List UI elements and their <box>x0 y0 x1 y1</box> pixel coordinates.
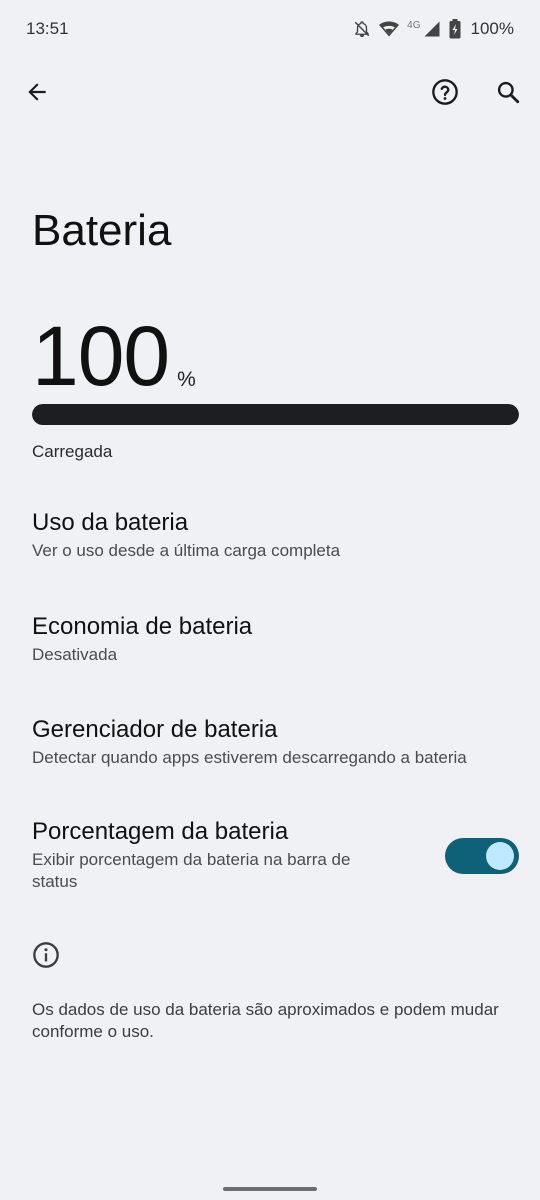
search-icon <box>495 79 521 110</box>
battery-progress-fill <box>32 404 519 425</box>
toggle-thumb <box>486 842 514 870</box>
battery-percentage-toggle[interactable] <box>445 838 519 874</box>
help-button[interactable] <box>421 70 469 118</box>
item-summary: Exibir porcentagem da bateria na barra d… <box>32 850 351 891</box>
battery-manager-item[interactable]: Gerenciador de bateria Detectar quando a… <box>0 715 540 769</box>
battery-level-unit: % <box>177 368 196 391</box>
item-summary: Ver o uso desde a última carga completa <box>32 541 341 560</box>
battery-saver-item[interactable]: Economia de bateria Desativada <box>0 612 540 666</box>
item-summary: Detectar quando apps estiverem descarreg… <box>32 748 467 767</box>
item-title: Uso da bateria <box>32 509 189 536</box>
item-title: Porcentagem da bateria <box>32 818 289 845</box>
signal-icon <box>423 20 441 38</box>
status-time: 13:51 <box>26 19 69 38</box>
navigation-handle[interactable] <box>223 1187 317 1191</box>
battery-usage-item[interactable]: Uso da bateria Ver o uso desde a última … <box>0 508 540 562</box>
wifi-icon <box>379 20 400 38</box>
status-bar: 13:51 4G 100% <box>0 0 540 58</box>
footer-text: Os dados de uso da bateria são aproximad… <box>32 1000 499 1041</box>
status-battery-percent: 100% <box>470 19 514 38</box>
battery-charging-icon <box>449 19 461 39</box>
item-summary: Desativada <box>32 645 118 664</box>
item-title: Economia de bateria <box>32 613 253 640</box>
bell-off-icon <box>353 20 371 38</box>
page-title: Bateria <box>32 206 172 255</box>
status-icons: 4G 100% <box>353 19 514 39</box>
back-button[interactable] <box>13 70 61 118</box>
item-title: Gerenciador de bateria <box>32 716 278 743</box>
charge-status: Carregada <box>32 442 113 461</box>
battery-level: 100 % <box>32 308 196 398</box>
battery-level-number: 100 <box>32 309 170 403</box>
help-circle-icon <box>431 78 459 111</box>
toolbar <box>0 70 540 118</box>
battery-progress-bar <box>32 404 519 425</box>
search-button[interactable] <box>484 70 532 118</box>
arrow-back-icon <box>24 79 50 110</box>
info-icon <box>32 941 60 974</box>
network-type-label: 4G <box>407 19 421 31</box>
